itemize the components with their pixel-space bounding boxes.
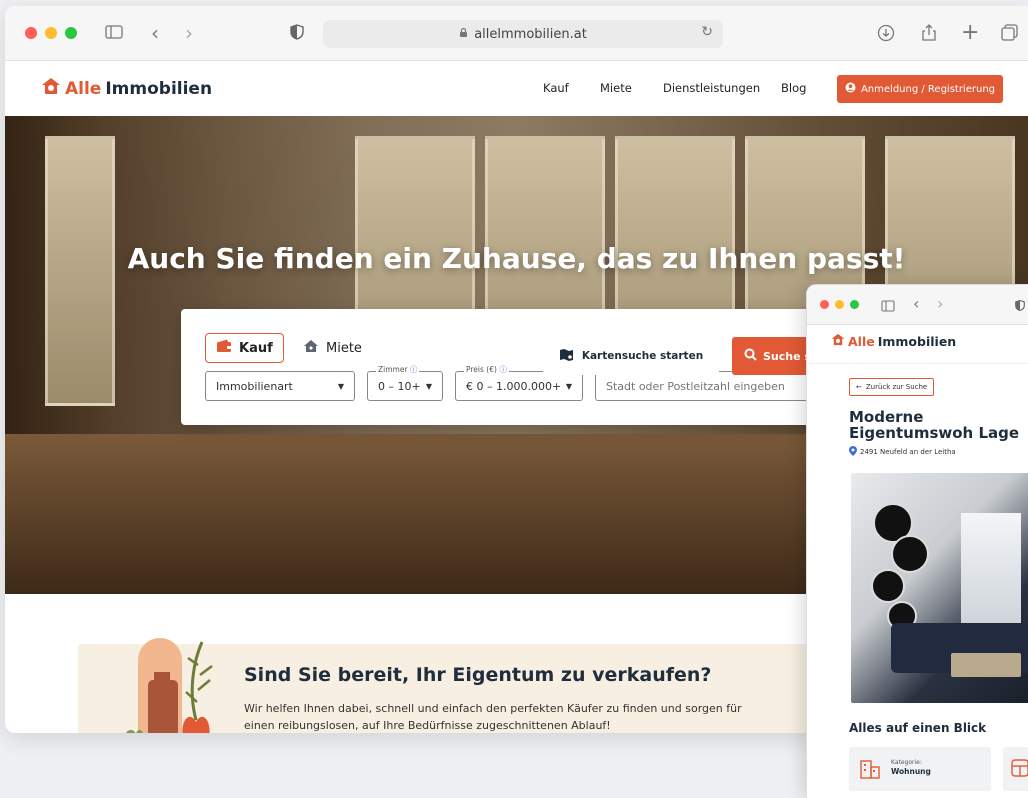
photo-table (951, 653, 1021, 677)
forward-icon[interactable]: › (937, 294, 943, 313)
price-select[interactable]: Preis (€) ⓘ € 0 – 1.000.000+ ▼ (455, 364, 583, 401)
user-icon (845, 82, 856, 96)
new-tab-icon[interactable]: + (961, 22, 979, 44)
wallet-icon (216, 339, 232, 357)
logo-text-immobilien: Immobilien (105, 78, 213, 99)
back-to-search-button[interactable]: ← Zurück zur Suche (849, 378, 935, 396)
map-search-label: Kartensuche starten (581, 350, 704, 362)
nav-kauf[interactable]: Kauf (543, 81, 569, 95)
rooms-label-text: Zimmer (378, 365, 408, 374)
arrow-left-icon: ← (856, 383, 862, 391)
nav-dienstleistungen[interactable]: Dienstleistungen (663, 81, 760, 95)
caret-down-icon: ▼ (565, 381, 572, 391)
property-type-select[interactable]: Immobilienart ▼ (205, 371, 355, 401)
house-logo-icon (41, 77, 61, 100)
price-label-text: Preis (€) (466, 365, 497, 374)
download-icon[interactable] (877, 24, 895, 46)
browser-toolbar: ‹ › allelmmobilien.at ↻ + (5, 6, 1028, 61)
caret-down-icon: ▼ (337, 381, 344, 391)
nav-miete[interactable]: Miete (600, 81, 632, 95)
zoom-window-button[interactable] (850, 300, 859, 309)
listing-location-text: 2491 Neufeld an der Leitha (860, 448, 956, 456)
price-value: € 0 – 1.000.000+ (466, 379, 562, 393)
info-icon: ⓘ (409, 365, 418, 374)
sell-title: Sind Sie bereit, Ihr Eigentum zu verkauf… (244, 664, 712, 686)
reload-icon[interactable]: ↻ (701, 24, 713, 40)
detail-window-toolbar: ‹ › (807, 285, 1028, 325)
close-window-button[interactable] (820, 300, 829, 309)
info-icon: ⓘ (499, 365, 507, 374)
detail-window: ‹ › Alle Immobilien ← Zurück zur Suche Mo… (806, 284, 1028, 798)
vase-illustration (118, 630, 218, 733)
close-window-button[interactable] (25, 27, 37, 39)
zoom-window-button[interactable] (65, 27, 77, 39)
rooms-value: 0 – 10+ (378, 379, 421, 393)
rooms-select[interactable]: Zimmer ⓘ 0 – 10+ ▼ (367, 364, 443, 401)
photo-window (961, 513, 1021, 623)
tab-kauf[interactable]: Kauf (205, 333, 284, 363)
shield-icon[interactable] (290, 24, 304, 44)
forward-icon[interactable]: › (185, 23, 193, 43)
category-value: Wohnung (891, 767, 931, 776)
back-to-search-label: Zurück zur Suche (865, 383, 928, 391)
lock-icon (459, 27, 468, 42)
register-label: Anmeldung / Registrierung (860, 83, 996, 95)
listing-location: 2491 Neufeld an der Leitha (849, 446, 956, 458)
house-logo-icon (831, 333, 845, 349)
feature-card (1003, 747, 1028, 791)
register-button[interactable]: Anmeldung / Registrierung (837, 75, 1003, 103)
logo-text-alle: Alle (848, 333, 875, 349)
address-text: allelmmobilien.at (474, 26, 587, 42)
site-header: Alle Immobilien Kauf Miete Dienstleistung… (5, 61, 1028, 117)
minimize-window-button[interactable] (45, 27, 57, 39)
nav-blog[interactable]: Blog (781, 81, 806, 95)
caret-down-icon: ▼ (425, 381, 432, 391)
share-icon[interactable] (921, 24, 937, 46)
hero-title: Auch Sie finden ein Zuhause, das zu Ihne… (127, 242, 906, 275)
detail-logo[interactable]: Alle Immobilien (831, 333, 956, 349)
tab-miete[interactable]: Miete (303, 333, 362, 363)
back-icon[interactable]: ‹ (151, 23, 159, 43)
price-label: Preis (€) ⓘ (464, 364, 509, 375)
sidebar-icon[interactable] (881, 297, 895, 316)
logo-text-alle: Alle (65, 78, 102, 99)
category-label: Kategorie: (891, 759, 922, 766)
listing-photo[interactable] (851, 473, 1028, 703)
building-icon (859, 759, 881, 783)
map-search-button[interactable]: Kartensuche starten (543, 337, 719, 375)
house-key-icon (303, 339, 319, 357)
minimize-window-button[interactable] (835, 300, 844, 309)
sell-banner: Sind Sie bereit, Ihr Eigentum zu verkauf… (78, 638, 898, 733)
listing-title: Moderne Eigentumswoh Lage (849, 408, 1020, 442)
wall-disc (891, 535, 929, 573)
location-pin-icon (849, 446, 857, 458)
back-icon[interactable]: ‹ (913, 294, 919, 313)
detail-divider (807, 363, 1028, 364)
site-logo[interactable]: Alle Immobilien (41, 77, 212, 100)
search-label: Suche s (763, 349, 811, 363)
tabs-overview-icon[interactable] (1001, 24, 1019, 46)
map-icon (559, 348, 574, 365)
logo-text-immobilien: Immobilien (877, 333, 957, 349)
overview-heading: Alles auf einen Blick (849, 721, 987, 735)
search-icon (744, 348, 757, 364)
wall-disc (871, 569, 905, 603)
property-type-value: Immobilienart (216, 379, 293, 393)
tab-kauf-label: Kauf (239, 340, 273, 356)
sidebar-icon[interactable] (105, 24, 123, 44)
address-bar[interactable]: allelmmobilien.at ↻ (323, 20, 723, 48)
shield-icon[interactable] (1015, 297, 1025, 316)
sell-text: Wir helfen Ihnen dabei, schnell und einf… (244, 702, 742, 732)
room-icon (1011, 759, 1028, 781)
rooms-label: Zimmer ⓘ (376, 364, 420, 375)
tab-miete-label: Miete (326, 340, 362, 356)
category-card: Kategorie: Wohnung (849, 747, 991, 791)
